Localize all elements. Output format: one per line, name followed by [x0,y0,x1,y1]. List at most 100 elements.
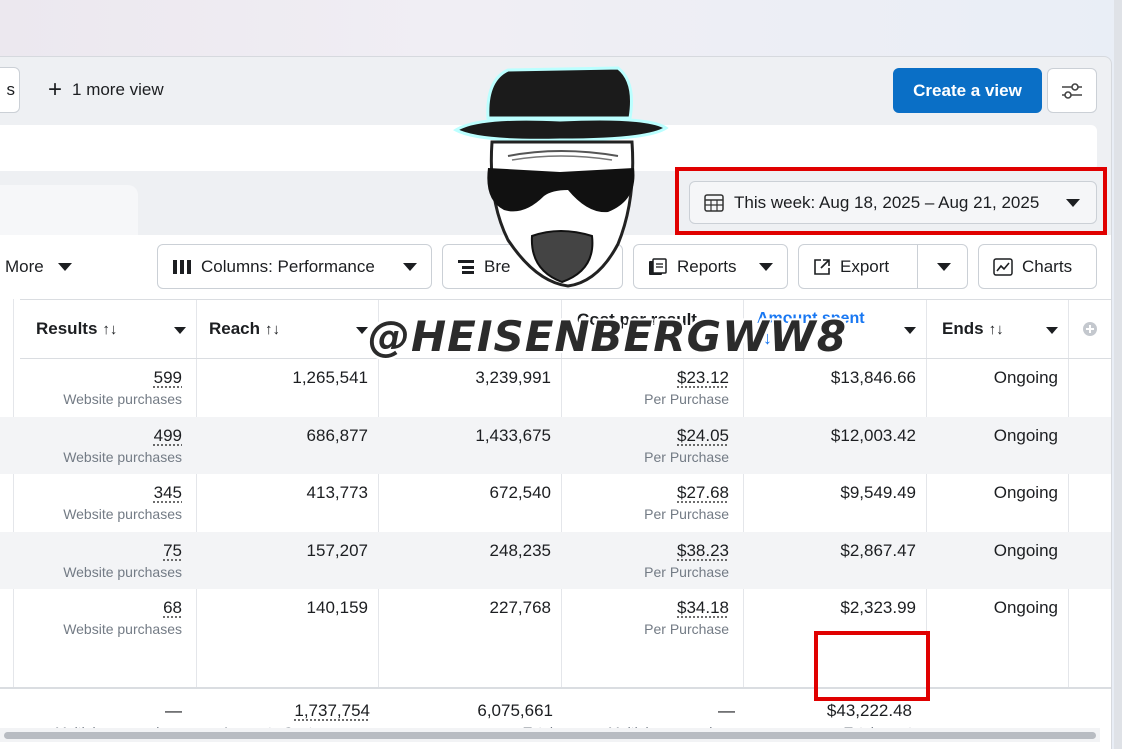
columns-button[interactable]: Columns: Performance [157,244,432,289]
impressions-value: 1,433,675 [475,425,551,445]
sort-icon[interactable]: ↑↓ [989,321,1004,338]
more-menu-button[interactable]: More [5,244,72,289]
ends-value: Ongoing [993,368,1058,387]
ends-value: Ongoing [993,425,1058,445]
cost-sub: Per Purchase [644,448,729,465]
chevron-down-icon[interactable] [904,327,916,334]
more-view-label: 1 more view [72,80,164,99]
results-value[interactable]: 68 [14,598,182,618]
results-cell: 499 Website purchases [14,417,196,465]
sort-icon[interactable]: ↑↓ [102,321,117,338]
reach-value: 1,265,541 [292,368,368,387]
ends-value: Ongoing [993,598,1058,617]
heisenberg-sketch-image [453,66,669,288]
reach-value: 157,207 [306,540,368,560]
chevron-down-icon[interactable] [356,327,368,334]
more-label: More [5,256,44,276]
header-label: Ends [942,319,984,338]
view-tab-label: s [6,80,16,99]
results-value[interactable]: 345 [14,483,182,503]
results-sub: Website purchases [63,621,182,637]
cost-sub: Per Purchase [644,506,729,522]
chevron-down-icon [759,262,773,271]
column-header-results[interactable]: Results ↑↓ [20,299,196,359]
ends-cell: Ongoing [926,474,1068,503]
columns-label: Columns: Performance [201,256,375,276]
results-cell: 599 Website purchases [14,359,196,407]
impressions-cell: 248,235 [378,532,561,561]
results-value[interactable]: 599 [14,368,182,388]
export-dropdown-icon[interactable] [937,262,951,271]
results-cell: 345 Website purchases [14,474,196,522]
charts-label: Charts [1022,256,1073,276]
cost-value[interactable]: $38.23 [561,541,729,561]
cost-cell: $27.68 Per Purchase [561,474,743,522]
create-view-button[interactable]: Create a view [893,68,1042,113]
chevron-down-icon[interactable] [1046,327,1058,334]
watermark-text: @HEISENBERGWW8 [367,311,847,362]
results-sub: Website purchases [63,391,182,407]
split-divider [917,245,918,288]
spent-value: $2,867.47 [840,540,916,560]
impressions-cell: 1,433,675 [378,417,561,446]
cost-cell: $34.18 Per Purchase [561,589,743,637]
spent-value: $9,549.49 [840,483,916,502]
spent-cell: $13,846.66 [743,359,926,388]
add-column-button[interactable] [1068,299,1111,359]
add-circle-icon [1083,322,1097,336]
level-tab[interactable] [0,185,138,235]
reach-cell: 686,877 [196,417,378,446]
cost-value[interactable]: $23.12 [561,368,729,388]
view-tab[interactable]: s [0,67,20,113]
window-edge [1114,0,1122,749]
cost-cell: $24.05 Per Purchase [561,417,743,465]
total-spent-highlight-box [814,631,930,701]
table-row[interactable]: 499 Website purchases 686,877 1,433,675 $24.… [0,416,1111,474]
table-row[interactable]: 68 Website purchases 140,159 227,768 $34.18 P… [0,589,1111,646]
results-value[interactable]: 499 [14,426,182,446]
ends-cell: Ongoing [926,359,1068,388]
table-row[interactable]: 75 Website purchases 157,207 248,235 $38.23 P… [0,531,1111,589]
impressions-value: 227,768 [489,598,551,617]
export-button[interactable]: Export [798,244,968,289]
results-sub: Website purchases [63,448,182,465]
spent-cell: $2,323.99 [743,589,926,618]
table-row[interactable]: 599 Website purchases 1,265,541 3,239,991 $2… [0,359,1111,416]
cost-value[interactable]: $34.18 [561,598,729,618]
total-impressions: 6,075,661 [477,701,553,720]
charts-button[interactable]: Charts [978,244,1097,289]
ends-cell: Ongoing [926,532,1068,561]
spent-cell: $2,867.47 [743,532,926,561]
cost-value[interactable]: $27.68 [561,483,729,503]
ends-value: Ongoing [993,540,1058,560]
spent-cell: $12,003.42 [743,417,926,446]
scrollbar-thumb[interactable] [4,732,1096,739]
sort-icon[interactable]: ↑↓ [265,321,280,338]
cost-sub: Per Purchase [644,391,729,407]
export-label: Export [840,256,890,276]
horizontal-scrollbar[interactable] [0,728,1100,742]
cost-cell: $38.23 Per Purchase [561,532,743,580]
total-reach[interactable]: 1,737,754 [196,701,370,721]
sliders-icon [1062,82,1082,99]
impressions-value: 248,235 [489,540,551,560]
table-row[interactable]: 345 Website purchases 413,773 672,540 $27.68… [0,474,1111,531]
impressions-cell: 3,239,991 [378,359,561,388]
results-value[interactable]: 75 [14,541,182,561]
impressions-cell: 672,540 [378,474,561,503]
cost-sub: Per Purchase [644,621,729,637]
plus-icon: + [48,76,63,103]
settings-sliders-button[interactable] [1047,68,1097,113]
cost-value[interactable]: $24.05 [561,426,729,446]
chevron-down-icon[interactable] [174,327,186,334]
results-sub: Website purchases [63,506,182,522]
reach-value: 686,877 [306,425,368,445]
chevron-down-icon [403,262,417,271]
spent-value: $2,323.99 [840,598,916,617]
header-label: Results [36,319,98,338]
header-label: Reach [209,319,261,338]
spent-cell: $9,549.49 [743,474,926,503]
more-view-button[interactable]: + 1 more view [48,77,164,103]
column-header-reach[interactable]: Reach ↑↓ [193,299,378,359]
column-header-ends[interactable]: Ends ↑↓ [926,299,1068,359]
